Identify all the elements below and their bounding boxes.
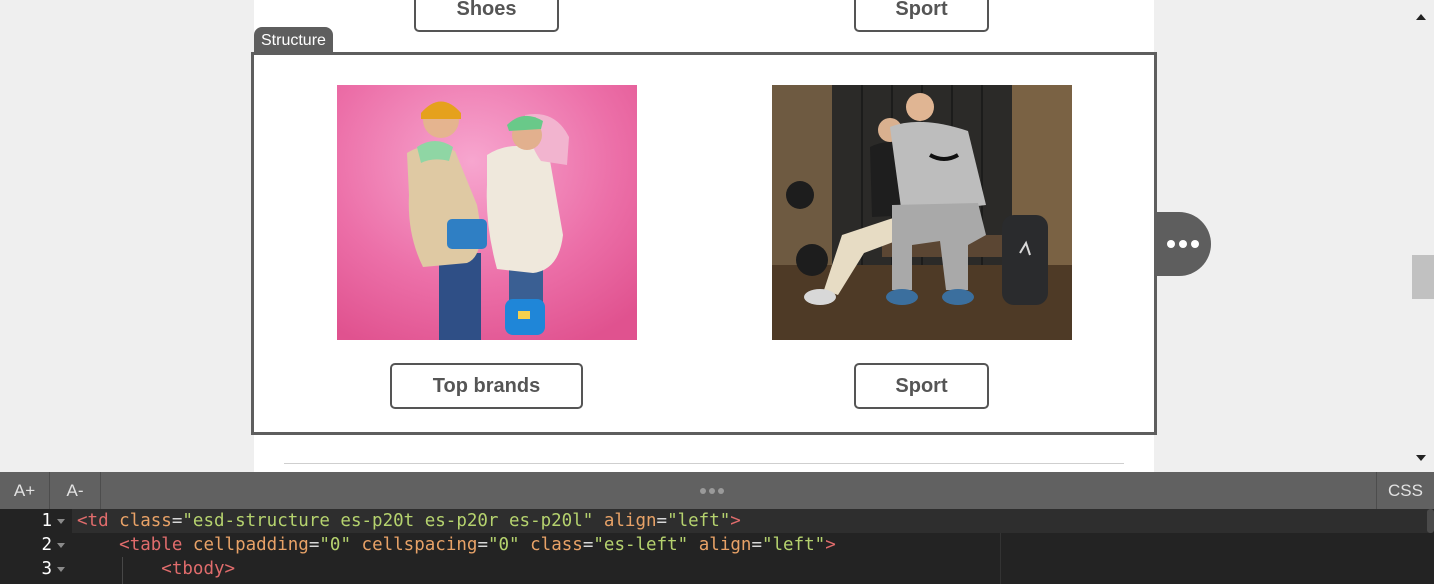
canvas-scrollbar-thumb[interactable] bbox=[1412, 255, 1434, 299]
fashion-photo-pink[interactable] bbox=[337, 85, 637, 340]
code-scrollbar-thumb[interactable] bbox=[1427, 509, 1434, 533]
top-brands-button[interactable]: Top brands bbox=[390, 363, 583, 409]
code-string: "esd-structure es-p20t es-p20r es-p20l" bbox=[182, 511, 594, 531]
code-string: "left" bbox=[667, 511, 731, 531]
code-attribute: class bbox=[530, 535, 583, 555]
code-tag: <table bbox=[119, 535, 183, 555]
email-editor-canvas: Shoes Sport Structure Top brands Sport bbox=[0, 0, 1434, 472]
fold-arrow-icon[interactable] bbox=[57, 567, 65, 572]
sport-photo-locker[interactable] bbox=[772, 85, 1072, 340]
structure-label-tab[interactable]: Structure bbox=[254, 27, 333, 54]
line-number-gutter: 1 2 3 bbox=[0, 509, 72, 584]
code-editor-toolbar: A+ A- CSS bbox=[0, 472, 1434, 509]
code-attribute: cellpadding bbox=[192, 535, 309, 555]
sport-button-top[interactable]: Sport bbox=[854, 0, 989, 32]
code-string: "es-left" bbox=[593, 535, 689, 555]
css-toggle-button[interactable]: CSS bbox=[1377, 472, 1434, 509]
line-number: 1 bbox=[41, 511, 52, 531]
scroll-up-arrow-icon[interactable] bbox=[1414, 10, 1428, 22]
code-string: "0" bbox=[487, 535, 520, 555]
print-margin bbox=[1000, 533, 1001, 584]
code-tag: <td bbox=[77, 511, 109, 531]
code-attribute: cellspacing bbox=[361, 535, 478, 555]
code-string: "0" bbox=[319, 535, 351, 555]
code-tag: > bbox=[730, 511, 741, 531]
html-code-editor[interactable]: 1 2 3 <td class="esd-structure es-p20t e… bbox=[0, 509, 1434, 584]
line-number: 2 bbox=[41, 535, 52, 555]
code-string: "left" bbox=[761, 535, 826, 555]
more-options-icon[interactable] bbox=[1155, 212, 1211, 276]
font-decrease-button[interactable]: A- bbox=[50, 472, 100, 509]
code-attribute: class bbox=[119, 511, 172, 531]
fold-arrow-icon[interactable] bbox=[57, 543, 65, 548]
sport-button[interactable]: Sport bbox=[854, 363, 989, 409]
code-line-2[interactable]: <table cellpadding="0" cellspacing="0" c… bbox=[77, 533, 836, 557]
code-tag: <tbody> bbox=[161, 559, 236, 579]
code-line-3[interactable]: <tbody> bbox=[77, 557, 235, 581]
code-attribute: align bbox=[603, 511, 657, 531]
scroll-down-arrow-icon[interactable] bbox=[1414, 452, 1428, 464]
drag-handle-icon[interactable] bbox=[700, 472, 724, 509]
line-number: 3 bbox=[41, 559, 52, 579]
section-divider bbox=[284, 463, 1124, 464]
fold-arrow-icon[interactable] bbox=[57, 519, 65, 524]
code-line-1[interactable]: <td class="esd-structure es-p20t es-p20r… bbox=[77, 509, 741, 533]
code-attribute: align bbox=[698, 535, 752, 555]
font-increase-button[interactable]: A+ bbox=[0, 472, 49, 509]
code-tag: > bbox=[825, 535, 836, 555]
toolbar-separator bbox=[100, 472, 101, 509]
shoes-button[interactable]: Shoes bbox=[414, 0, 559, 32]
